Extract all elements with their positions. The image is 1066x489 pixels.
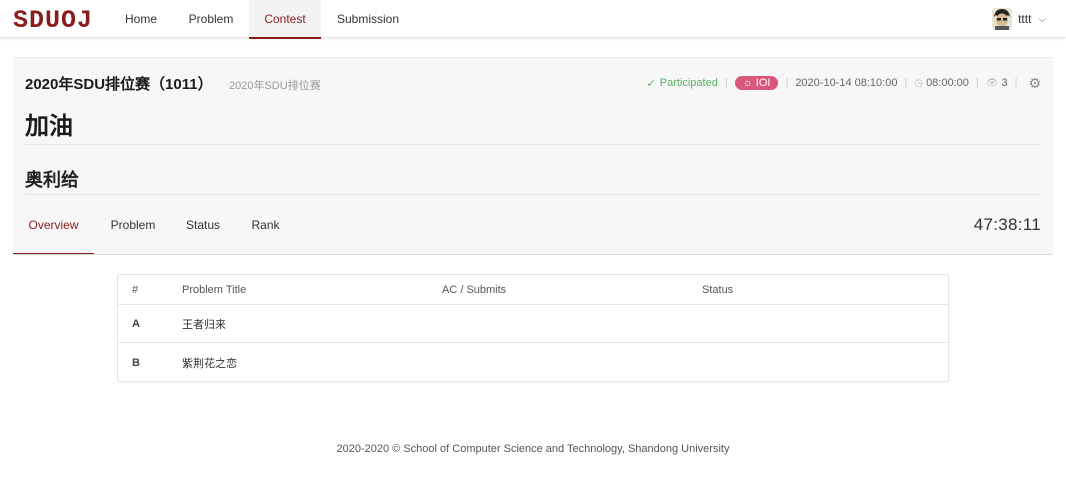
mode-label: IOI — [755, 77, 771, 89]
nav-problem[interactable]: Problem — [177, 0, 245, 38]
contest-title: 2020年SDU排位赛（1011） — [25, 76, 213, 93]
problem-id: A — [132, 317, 140, 330]
clock-icon: ◷ — [914, 77, 924, 89]
eye-icon: 👁 — [985, 77, 999, 89]
user-menu[interactable]: tttt ⌵ — [992, 8, 1046, 30]
problem-table: # Problem Title AC / Submits Status A 王者… — [117, 274, 949, 382]
tab-status[interactable]: Status — [176, 195, 230, 255]
contest-meta: ✓ Participated | ☼ IOI | 2020-10-14 08:1… — [647, 74, 1041, 92]
problem-title-link[interactable]: 紫荆花之恋 — [182, 344, 237, 382]
problem-id: B — [132, 357, 140, 369]
start-time: 2020-10-14 08:10:00 — [795, 77, 898, 89]
table-row[interactable]: B 紫荆花之恋 — [118, 344, 948, 382]
duration: 08:00:00 — [926, 77, 969, 89]
meta-separator: | — [975, 77, 979, 89]
avatar — [992, 8, 1013, 30]
chevron-down-icon: ⌵ — [1038, 13, 1046, 25]
contest-subheading: 奥利给 — [25, 170, 79, 190]
column-header-title: Problem Title — [182, 284, 247, 296]
countdown-timer: 47:38:11 — [973, 215, 1041, 234]
meta-separator: | — [785, 77, 789, 89]
sduoj-logo[interactable]: SDUOJ — [13, 6, 95, 30]
meta-separator: | — [904, 77, 908, 89]
participant-count: 3 — [1001, 77, 1008, 89]
meta-separator: | — [1014, 77, 1018, 89]
footer-copyright: 2020-2020 © School of Computer Science a… — [336, 443, 730, 455]
top-navbar: SDUOJ Home Problem Contest Submission tt… — [0, 0, 1066, 39]
nav-home[interactable]: Home — [113, 0, 169, 38]
table-header: # Problem Title AC / Submits Status — [118, 275, 948, 305]
contest-subtitle: 2020年SDU排位赛 — [229, 80, 321, 92]
tab-problem[interactable]: Problem — [102, 195, 164, 255]
check-icon: ✓ — [646, 77, 656, 90]
column-header-number: # — [132, 284, 139, 296]
contest-heading: 加油 — [25, 113, 73, 140]
divider — [13, 254, 1053, 255]
tab-rank[interactable]: Rank — [243, 195, 288, 255]
nav-contest[interactable]: Contest — [249, 0, 321, 39]
contest-header-card: 2020年SDU排位赛（1011） 2020年SDU排位赛 ✓ Particip… — [13, 57, 1053, 255]
meta-separator: | — [724, 77, 728, 89]
gear-icon[interactable]: ⚙ — [1028, 75, 1041, 92]
username: tttt — [1018, 12, 1032, 26]
participated-status: ✓ Participated — [647, 77, 718, 90]
table-row[interactable]: A 王者归来 — [118, 305, 948, 343]
column-header-ac-submits: AC / Submits — [442, 284, 507, 296]
problem-title-link[interactable]: 王者归来 — [182, 305, 226, 342]
column-header-status: Status — [702, 284, 734, 296]
mode-badge: ☼ IOI — [734, 76, 779, 90]
divider — [25, 144, 1041, 145]
nav-submission[interactable]: Submission — [329, 0, 407, 38]
participated-label: Participated — [659, 77, 718, 89]
svg-text:SDUOJ: SDUOJ — [13, 6, 93, 30]
tab-overview[interactable]: Overview — [13, 195, 94, 255]
contest-tabs: Overview Problem Status Rank 47:38:11 — [13, 195, 1053, 255]
bulb-icon: ☼ — [742, 77, 753, 89]
